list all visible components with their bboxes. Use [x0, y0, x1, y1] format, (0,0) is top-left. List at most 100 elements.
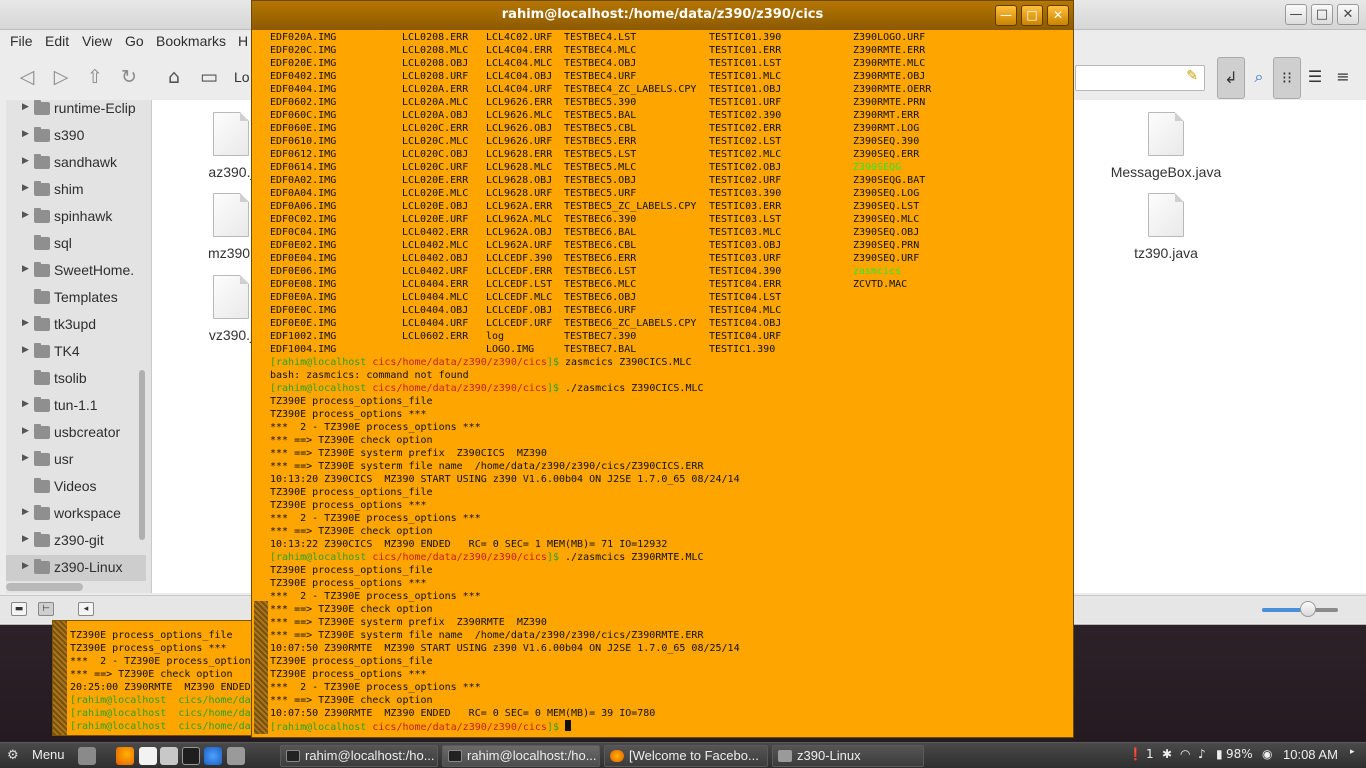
location-input[interactable]: ✎ — [1075, 65, 1205, 91]
expand-arrow-icon[interactable]: ▶ — [22, 561, 29, 571]
sidebar-item[interactable]: tsolib — [6, 366, 146, 392]
file-item[interactable]: MessageBox.java — [1110, 112, 1222, 180]
sidebar-scrollbar[interactable] — [139, 370, 145, 540]
document-viewer-icon[interactable] — [139, 747, 157, 765]
compact-view-icon[interactable]: ≡ — [1329, 57, 1357, 99]
close-icon[interactable]: ✕ — [1047, 5, 1069, 26]
background-terminal[interactable]: TZ390E process_options_file TZ390E proces… — [52, 620, 252, 736]
terminal-icon — [448, 750, 462, 762]
show-desktop-icon[interactable] — [78, 747, 96, 765]
files-icon[interactable] — [227, 747, 245, 765]
battery-icon[interactable]: ▮ — [1216, 747, 1223, 761]
ls-entry: EDF020E.IMG — [270, 58, 337, 69]
expand-arrow-icon[interactable]: ▶ — [22, 183, 29, 193]
expand-arrow-icon[interactable]: ▶ — [22, 534, 29, 544]
clock[interactable]: 10:08 AM — [1283, 747, 1338, 762]
maximize-icon[interactable]: □ — [1311, 4, 1333, 25]
sidebar-item[interactable]: Templates — [6, 285, 146, 311]
list-view-icon[interactable]: ☰ — [1301, 57, 1329, 99]
sidebar-item[interactable]: ▶ s390 — [6, 123, 146, 149]
ls-entry: LCLCEDF.MLC — [486, 292, 553, 303]
minimize-icon[interactable]: — — [1285, 4, 1307, 25]
sidebar-item[interactable]: ▶ z390-git — [6, 528, 146, 554]
update-icon[interactable]: ◉ — [1262, 747, 1272, 761]
firefox-icon[interactable] — [116, 747, 134, 765]
expand-arrow-icon[interactable]: ▶ — [22, 264, 29, 274]
expand-arrow-icon[interactable]: ▶ — [22, 129, 29, 139]
toggle-location-icon[interactable]: ↲ — [1217, 57, 1245, 99]
menu-bookmarks[interactable]: Bookmarks — [156, 33, 226, 49]
expand-arrow-icon[interactable]: ▶ — [22, 426, 29, 436]
notification-icon[interactable]: ❗ — [1128, 747, 1143, 761]
hide-sidebar-icon[interactable]: ◂ — [78, 602, 94, 616]
ls-entry: LCL9628.OBJ — [486, 175, 553, 186]
ls-entry: Z390SEQ.LST — [853, 201, 920, 212]
search-icon[interactable]: ⌕ — [1245, 57, 1273, 99]
expand-arrow-icon[interactable]: ▶ — [22, 318, 29, 328]
expand-arrow-icon[interactable]: ▶ — [22, 156, 29, 166]
sidebar-horizontal-scrollbar[interactable] — [6, 583, 83, 591]
sidebar-item[interactable]: ▶ sandhawk — [6, 150, 146, 176]
task-firefox[interactable]: [Welcome to Facebo... — [604, 745, 768, 767]
bluetooth-icon[interactable]: ✱ — [1162, 747, 1172, 761]
close-icon[interactable]: ✕ — [1337, 4, 1359, 25]
menu-edit[interactable]: Edit — [45, 33, 69, 49]
sidebar-item[interactable]: ▶ usr — [6, 447, 146, 473]
task-terminal-1[interactable]: rahim@localhost:/ho... — [280, 745, 438, 767]
sidebar-item[interactable]: ▶ z390-Linux — [6, 555, 146, 581]
sidebar-item[interactable]: Videos — [6, 474, 146, 500]
ls-entry: Z390SEQG — [853, 162, 902, 173]
sidebar-item[interactable]: ▶ runtime-Eclip — [6, 100, 146, 122]
terminal-icon[interactable] — [182, 747, 200, 765]
network-icon[interactable]: ◠ — [1180, 747, 1190, 761]
expand-arrow-icon[interactable]: ▶ — [22, 453, 29, 463]
sidebar-item[interactable]: ▶ spinhawk — [6, 204, 146, 230]
chromium-icon[interactable] — [204, 747, 222, 765]
computer-icon[interactable]: ▭ — [196, 64, 222, 90]
terminal-scrollback-marker — [254, 601, 268, 734]
menu-button[interactable]: Menu — [28, 747, 65, 765]
calculator-icon[interactable] — [160, 747, 178, 765]
menu-file[interactable]: File — [10, 33, 33, 49]
menu-help[interactable]: H — [238, 33, 248, 49]
forward-arrow-icon[interactable]: ▷ — [48, 64, 74, 90]
minimize-icon[interactable]: — — [995, 5, 1017, 26]
sidebar-item[interactable]: ▶ shim — [6, 177, 146, 203]
prompt-line: [rahim@localhost cics/home/data/z390/z39… — [270, 552, 704, 563]
menu-view[interactable]: View — [82, 33, 112, 49]
ls-entry: TESTBEC5.CBL — [564, 123, 637, 134]
sidebar-item[interactable]: ▶ usbcreator — [6, 420, 146, 446]
terminal-window[interactable]: rahim@localhost:/home/data/z390/z390/cic… — [251, 0, 1074, 738]
tree-icon[interactable]: ⊢ — [38, 602, 54, 616]
terminal-titlebar[interactable]: rahim@localhost:/home/data/z390/z390/cic… — [252, 1, 1073, 30]
sidebar-item[interactable]: ▶ tk3upd — [6, 312, 146, 338]
expand-arrow-icon[interactable]: ▶ — [22, 210, 29, 220]
volume-icon[interactable]: ♪ — [1198, 747, 1206, 761]
sidebar-item[interactable]: sql — [6, 231, 146, 257]
sidebar-item[interactable]: ▶ workspace — [6, 501, 146, 527]
places-icon[interactable]: ▬ — [11, 602, 27, 616]
expand-arrow-icon[interactable]: ▶ — [22, 399, 29, 409]
reload-icon[interactable]: ↻ — [116, 64, 142, 90]
sidebar-item[interactable]: ▶ SweetHome. — [6, 258, 146, 284]
expand-arrow-icon[interactable]: ▶ — [22, 507, 29, 517]
expand-arrow-icon[interactable]: ▶ — [22, 345, 29, 355]
terminal-output[interactable]: EDF020A.IMG EDF020C.IMG EDF020E.IMG EDF0402… — [270, 31, 1070, 735]
home-icon[interactable]: ⌂ — [161, 64, 187, 90]
back-arrow-icon[interactable]: ◁ — [14, 64, 40, 90]
show-desktop-corner[interactable]: ▸ — [1350, 747, 1355, 757]
zoom-slider-handle[interactable] — [1300, 601, 1316, 617]
sidebar-item[interactable]: ▶ tun-1.1 — [6, 393, 146, 419]
sidebar-item[interactable]: ▶ TK4 — [6, 339, 146, 365]
task-terminal-2[interactable]: rahim@localhost:/ho... — [442, 745, 600, 767]
clear-broom-icon[interactable]: ✎ — [1186, 68, 1198, 84]
up-arrow-icon[interactable]: ⇧ — [82, 64, 108, 90]
menu-go[interactable]: Go — [125, 33, 144, 49]
task-file-manager[interactable]: z390-Linux — [772, 745, 924, 767]
ls-column: LCL0208.ERR LCL0208.MLC LCL0208.OBJ LCL0208… — [402, 31, 468, 343]
ls-entry: Z390SEQ.PRN — [853, 240, 920, 251]
icon-view-icon[interactable]: ⁝⁝ — [1273, 57, 1301, 99]
file-item[interactable]: tz390.java — [1110, 193, 1222, 261]
expand-arrow-icon[interactable]: ▶ — [22, 102, 29, 112]
maximize-icon[interactable]: □ — [1021, 5, 1043, 26]
